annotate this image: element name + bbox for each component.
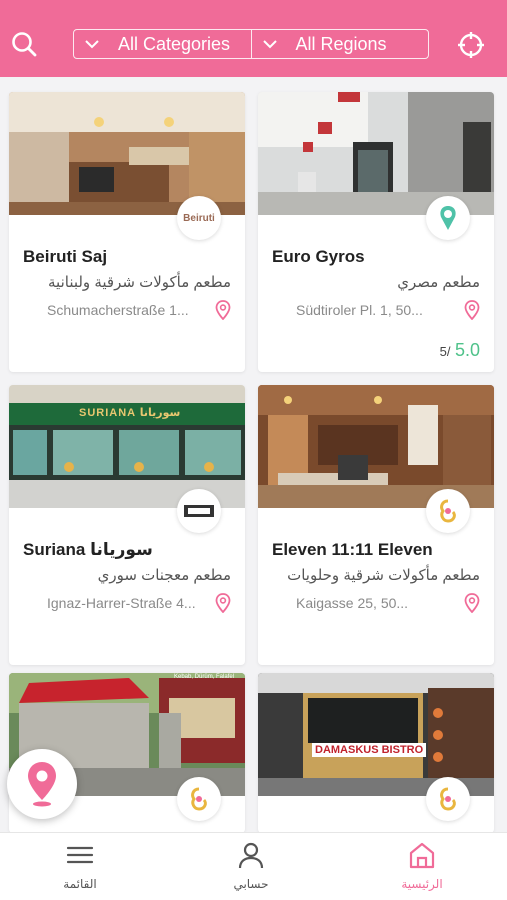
restaurant-name: Eleven 11:11 Eleven <box>272 540 433 559</box>
restaurant-card[interactable]: Beiruti Beiruti Saj مطعم مأكولات شرقية و… <box>9 92 245 372</box>
restaurant-card[interactable]: DAMASKUS BISTRO <box>258 673 494 833</box>
categories-label: All Categories <box>118 33 231 54</box>
categories-dropdown[interactable]: All Categories <box>74 30 251 58</box>
restaurant-cuisine: مطعم معجنات سوري <box>97 567 231 584</box>
location-pin-icon[interactable] <box>215 300 231 321</box>
restaurant-address: Ignaz-Harrer-Straße 4... <box>47 595 196 611</box>
restaurant-photo <box>258 92 494 215</box>
restaurant-name: Beiruti Saj <box>23 247 108 266</box>
restaurant-cuisine: مطعم مأكولات شرقية ولبنانية <box>48 274 231 291</box>
nav-account-label: حسابي <box>233 877 269 891</box>
restaurant-logo <box>426 489 470 533</box>
restaurant-card[interactable]: Euro Gyros مطعم مصري Südtiroler Pl. 1, 5… <box>258 92 494 372</box>
nav-home[interactable]: الرئيسية <box>362 833 482 900</box>
restaurant-photo <box>258 385 494 508</box>
logo-text: Beiruti <box>183 212 215 224</box>
location-pin-icon[interactable] <box>464 593 480 614</box>
rating-max: 5/ <box>439 344 451 359</box>
location-pin-icon[interactable] <box>215 593 231 614</box>
restaurant-cuisine: مطعم مأكولات شرقية وحلويات <box>287 567 480 584</box>
regions-label: All Regions <box>295 33 387 54</box>
hamburger-menu-icon <box>66 841 94 869</box>
chevron-down-icon <box>74 39 110 49</box>
chevron-down-icon <box>252 39 288 49</box>
regions-dropdown[interactable]: All Regions <box>250 30 429 58</box>
bottom-navigation: القائمة حسابي الرئيسية <box>0 832 507 900</box>
photo-sign: DAMASKUS BISTRO <box>312 743 427 757</box>
restaurant-address: Schumacherstraße 1... <box>47 302 189 318</box>
restaurant-logo: Beiruti <box>177 196 221 240</box>
restaurant-card[interactable]: Eleven 11:11 Eleven مطعم مأكولات شرقية و… <box>258 385 494 665</box>
map-button[interactable] <box>7 749 77 819</box>
search-icon[interactable] <box>10 30 38 58</box>
restaurant-address: Südtiroler Pl. 1, 50... <box>296 302 423 318</box>
nav-menu-label: القائمة <box>63 877 97 891</box>
nav-menu[interactable]: القائمة <box>20 833 140 900</box>
rating: 5/ 5.0 <box>440 340 480 361</box>
filter-bar: All Categories All Regions <box>73 29 429 59</box>
user-icon <box>237 841 265 869</box>
photo-sign: Kebab, Dürüm, Falafel <box>174 674 235 680</box>
nav-account[interactable]: حسابي <box>191 833 311 900</box>
restaurant-photo <box>9 92 245 215</box>
home-icon <box>408 841 436 869</box>
nav-home-label: الرئيسية <box>401 877 443 891</box>
restaurant-address: Kaigasse 25, 50... <box>296 595 409 611</box>
restaurant-name: Suriana سوريانا <box>23 540 153 559</box>
location-pin-icon[interactable] <box>464 300 480 321</box>
restaurant-logo <box>426 777 470 821</box>
restaurant-logo <box>177 777 221 821</box>
photo-sign: SURIANA سوريانا <box>79 407 181 419</box>
restaurant-cuisine: مطعم مصري <box>397 274 480 291</box>
restaurant-logo <box>426 196 470 240</box>
restaurant-logo <box>177 489 221 533</box>
restaurant-name: Euro Gyros <box>272 247 365 266</box>
rating-value: 5.0 <box>454 340 480 360</box>
crosshair-icon[interactable] <box>456 30 486 60</box>
restaurant-card[interactable]: SURIANA سوريانا Suriana سوريانا مطعم معج… <box>9 385 245 665</box>
app-header: All Categories All Regions <box>0 0 507 77</box>
map-pin-icon <box>28 762 56 807</box>
restaurant-photo: DAMASKUS BISTRO <box>258 673 494 796</box>
restaurant-photo: SURIANA سوريانا <box>9 385 245 508</box>
